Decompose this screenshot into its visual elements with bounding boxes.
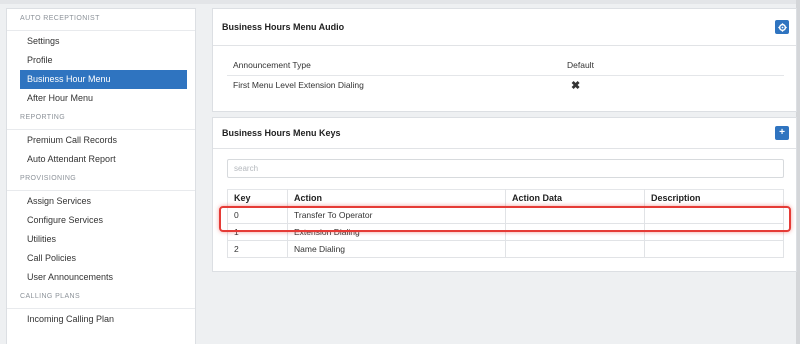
column-header-action[interactable]: Action [287,189,506,207]
extension-dialing-label: First Menu Level Extension Dialing [233,80,364,91]
audio-panel-header: Business Hours Menu Audio [213,9,796,46]
sidebar-item-settings[interactable]: Settings [20,32,187,51]
cell-description [644,240,784,258]
sidebar-divider [7,308,195,309]
plus-icon: + [779,127,785,138]
table-row: Announcement Type Default [227,55,784,76]
gear-icon [777,22,787,32]
extension-dialing-value: ✖ [561,75,784,95]
sidebar-item-user-announcements[interactable]: User Announcements [20,268,187,287]
cell-action: Transfer To Operator [287,206,506,224]
sidebar-divider [7,129,195,130]
announcement-type-label: Announcement Type [227,55,561,76]
cell-action-data [505,240,645,258]
cell-key: 2 [227,240,288,258]
cell-action-data [505,206,645,224]
sidebar-section-auto-receptionist: AUTO RECEPTIONIST [20,15,100,22]
cell-description [644,223,784,241]
audio-panel-title: Business Hours Menu Audio [222,22,345,32]
keys-panel: Business Hours Menu Keys + Key Action Ac… [212,117,797,272]
cell-action: Name Dialing [287,240,506,258]
column-header-description[interactable]: Description [644,189,784,207]
sidebar-item-call-policies[interactable]: Call Policies [20,249,187,268]
sidebar-item-utilities[interactable]: Utilities [20,230,187,249]
sidebar-item-incoming-calling-plan[interactable]: Incoming Calling Plan [20,310,187,329]
add-key-button[interactable]: + [775,126,789,140]
cell-action-data [505,223,645,241]
announcement-type-value: Default [561,55,784,76]
cell-description [644,206,784,224]
search-input[interactable] [227,159,784,178]
sidebar-section-provisioning: PROVISIONING [20,175,77,182]
sidebar-item-premium-call-records[interactable]: Premium Call Records [20,131,187,150]
keys-table: Key Action Action Data Description 0 Tra… [227,189,784,258]
sidebar-item-configure-services[interactable]: Configure Services [20,211,187,230]
cell-key: 0 [227,206,288,224]
sidebar-divider [7,30,195,31]
sidebar-item-business-hour-menu[interactable]: Business Hour Menu [20,70,187,89]
table-row: First Menu Level Extension Dialing ✖ [227,75,784,95]
x-mark-icon: ✖ [571,79,581,92]
keys-panel-title: Business Hours Menu Keys [222,128,341,138]
sidebar-item-auto-attendant-report[interactable]: Auto Attendant Report [20,150,187,169]
audio-table: Announcement Type Default First Menu Lev… [227,55,784,95]
cell-key: 1 [227,223,288,241]
column-header-action-data[interactable]: Action Data [505,189,645,207]
cell-action: Extension Dialing [287,223,506,241]
sidebar-divider [7,190,195,191]
sidebar-item-profile[interactable]: Profile [20,51,187,70]
table-header-row: Key Action Action Data Description [227,189,784,207]
audio-panel: Business Hours Menu Audio Announcement T… [212,8,797,112]
table-row[interactable]: 1 Extension Dialing [227,223,784,241]
sidebar-item-assign-services[interactable]: Assign Services [20,192,187,211]
sidebar-item-after-hour-menu[interactable]: After Hour Menu [20,89,187,108]
audio-settings-button[interactable] [775,20,789,34]
keys-panel-header: Business Hours Menu Keys + [213,118,796,149]
sidebar: AUTO RECEPTIONIST Settings Profile Busin… [6,8,196,344]
top-bar [0,0,800,4]
sidebar-section-reporting: REPORTING [20,114,66,121]
sidebar-section-calling-plans: CALLING PLANS [20,293,81,300]
column-header-key[interactable]: Key [227,189,288,207]
table-row[interactable]: 2 Name Dialing [227,240,784,258]
table-row[interactable]: 0 Transfer To Operator [227,206,784,224]
